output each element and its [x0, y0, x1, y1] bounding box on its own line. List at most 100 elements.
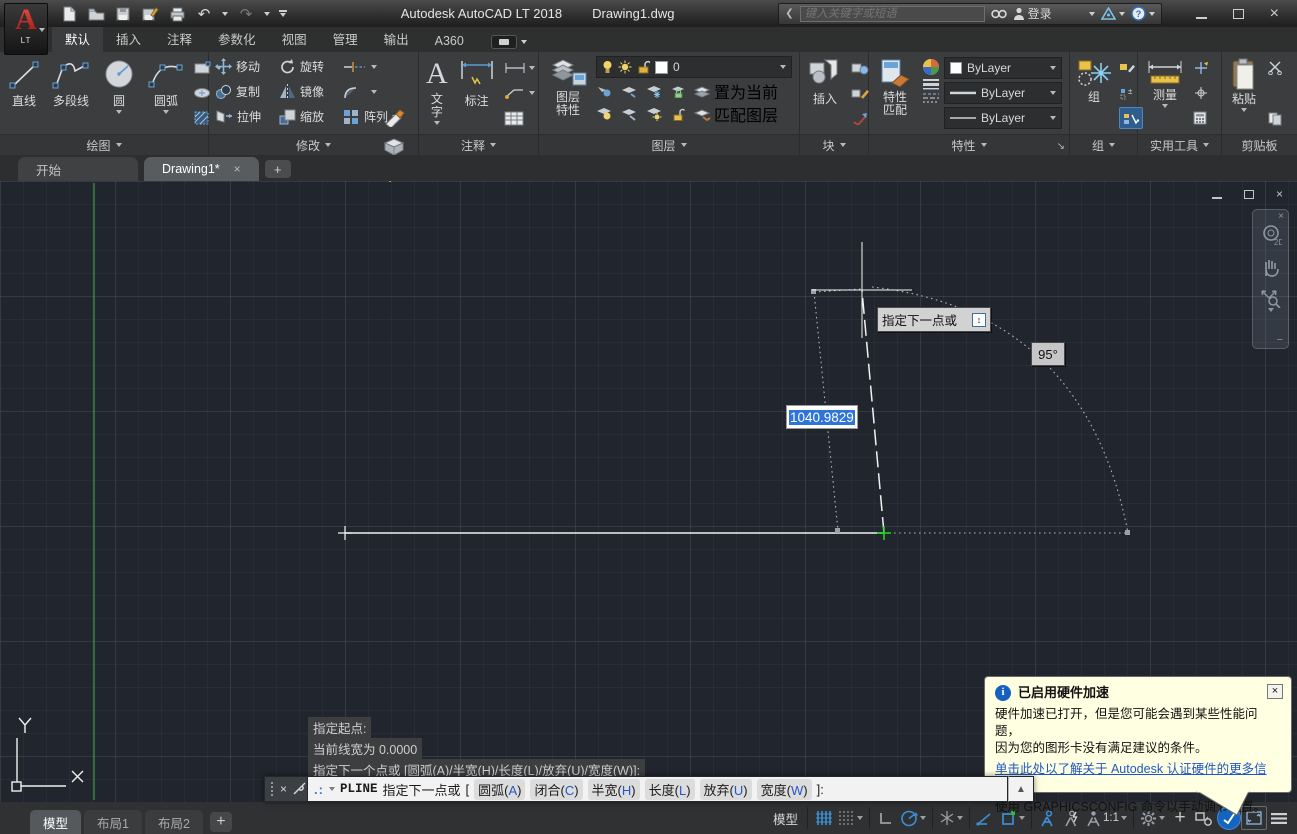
set-current-layer-button[interactable]: 置为当前: [694, 80, 778, 102]
insert-button[interactable]: 插入: [803, 54, 847, 132]
command-input-area[interactable]: .: PLINE 指定下一点或 [ 圆弧(A) 闭合(C) 半宽(H) 长度(L…: [308, 776, 1008, 802]
edit-block-button[interactable]: [851, 82, 869, 104]
grid-toggle[interactable]: [811, 806, 835, 830]
tab-insert[interactable]: 插入: [103, 25, 154, 52]
navbar-close-icon[interactable]: ×: [1278, 211, 1284, 222]
search-input[interactable]: [800, 6, 985, 22]
notification-link[interactable]: 单击此处以了解关于 Autodesk 认证硬件的更多信息。: [995, 762, 1267, 793]
tab-home[interactable]: 默认: [52, 24, 103, 52]
zoom-dropdown-icon[interactable]: [1268, 308, 1274, 312]
maximize-button[interactable]: [1233, 9, 1244, 19]
copy-button[interactable]: 复制: [212, 79, 276, 104]
circle-dropdown-icon[interactable]: [116, 110, 122, 114]
viewport-close-button[interactable]: ×: [1276, 188, 1283, 200]
command-history-expand-button[interactable]: ▲: [1008, 776, 1034, 802]
new-layout-button[interactable]: +: [210, 812, 232, 832]
command-line-handle[interactable]: ×: [264, 776, 308, 802]
tab-a360[interactable]: A360: [422, 30, 477, 52]
recent-commands-caret-icon[interactable]: [329, 787, 335, 791]
define-attribute-button[interactable]: [851, 107, 869, 129]
steering-wheel-button[interactable]: 2D: [1260, 224, 1282, 246]
panel-label-draw[interactable]: 绘图: [0, 134, 208, 155]
paste-dropdown-icon[interactable]: [1241, 108, 1247, 112]
notification-close-button[interactable]: ×: [1267, 684, 1283, 699]
rotate-button[interactable]: 旋转: [276, 54, 340, 79]
model-tab[interactable]: 模型: [30, 810, 81, 834]
plot-button[interactable]: [168, 5, 186, 23]
text-dropdown-icon[interactable]: [434, 121, 440, 125]
layer-freeze-icon[interactable]: [646, 85, 662, 98]
length-input-field[interactable]: 1040.9829: [786, 405, 858, 429]
tab-manage[interactable]: 管理: [320, 25, 371, 52]
measure-button[interactable]: 测量: [1141, 54, 1189, 132]
qat-customize-button[interactable]: [279, 10, 287, 17]
measure-dropdown-icon[interactable]: [1162, 104, 1168, 108]
arc-button[interactable]: 圆弧: [143, 54, 189, 132]
dimension-button[interactable]: 标注: [454, 54, 500, 132]
scale-button[interactable]: 缩放: [276, 104, 340, 129]
circle-button[interactable]: 圆: [97, 54, 141, 132]
ribbon-display-toggle[interactable]: [491, 35, 527, 49]
recent-commands-icon[interactable]: .:: [314, 782, 324, 797]
option-halfwidth[interactable]: 半宽(H): [588, 779, 640, 800]
panel-label-clipboard[interactable]: 剪贴板: [1222, 134, 1297, 155]
panel-label-block[interactable]: 块: [800, 134, 868, 155]
match-properties-button[interactable]: 特性匹配: [872, 54, 918, 132]
viewport-restore-button[interactable]: [1244, 190, 1254, 199]
layer-lock-icon[interactable]: [671, 85, 685, 98]
dimension-style-button[interactable]: [504, 57, 535, 79]
layer-isolate-icon[interactable]: [621, 85, 637, 98]
redo-button[interactable]: ↷: [237, 5, 255, 23]
erase-button[interactable]: [383, 107, 405, 132]
id-point-button[interactable]: [1193, 82, 1210, 104]
snap-toggle[interactable]: [835, 806, 866, 830]
panel-label-utilities[interactable]: 实用工具: [1138, 134, 1221, 155]
layer-unisolate-icon[interactable]: [621, 107, 637, 121]
undo-dropdown-icon[interactable]: [222, 12, 228, 16]
panel-label-annotate[interactable]: 注释: [419, 134, 538, 155]
signin-button[interactable]: 登录: [1013, 5, 1095, 22]
polar-tracking-toggle[interactable]: [897, 806, 929, 830]
a360-icon[interactable]: [1101, 7, 1125, 20]
help-icon[interactable]: ?: [1131, 6, 1155, 21]
save-button[interactable]: [114, 5, 132, 23]
match-layer-button[interactable]: 匹配图层: [694, 103, 778, 125]
file-tab-start[interactable]: 开始: [18, 157, 138, 181]
close-button[interactable]: ×: [1270, 6, 1279, 22]
panel-label-layers[interactable]: 图层: [539, 134, 799, 155]
option-width[interactable]: 宽度(W): [757, 779, 812, 800]
layer-thaw2-icon[interactable]: [646, 107, 662, 121]
panel-label-properties[interactable]: 特性↘: [869, 134, 1069, 155]
tab-view[interactable]: 视图: [269, 25, 320, 52]
group-button[interactable]: 组: [1073, 54, 1115, 132]
object-snap-tracking-toggle[interactable]: [973, 806, 997, 830]
cut-button[interactable]: [1267, 57, 1285, 79]
infocenter-collapse-icon[interactable]: ❮: [785, 8, 793, 19]
search-icon[interactable]: [991, 7, 1007, 20]
space-indicator-button[interactable]: 模型: [767, 806, 804, 830]
fillet-button[interactable]: [340, 79, 380, 104]
undo-button[interactable]: ↶: [195, 5, 213, 23]
option-length[interactable]: 长度(L): [645, 779, 695, 800]
minimize-button[interactable]: [1196, 17, 1207, 19]
move-button[interactable]: 移动: [212, 54, 276, 79]
layer-properties-button[interactable]: 图层特性: [542, 54, 594, 132]
option-close[interactable]: 闭合(C): [530, 779, 582, 800]
layer-off-icon[interactable]: [596, 85, 612, 98]
file-tab-close-icon[interactable]: ×: [234, 162, 241, 176]
leader-button[interactable]: [504, 82, 535, 104]
properties-dialog-launcher[interactable]: ↘: [1057, 141, 1065, 152]
application-menu-button[interactable]: A LT: [4, 3, 48, 55]
viewport-minimize-button[interactable]: [1212, 197, 1222, 199]
object-color-dropdown[interactable]: ByLayer: [944, 57, 1062, 79]
stretch-button[interactable]: 拉伸: [212, 104, 276, 129]
save-as-button[interactable]: [141, 5, 159, 23]
trim-button[interactable]: [340, 54, 380, 79]
tab-output[interactable]: 输出: [371, 25, 422, 52]
open-file-button[interactable]: [87, 5, 105, 23]
command-settings-icon[interactable]: [293, 782, 306, 797]
create-block-button[interactable]: [851, 57, 869, 79]
tab-parametric[interactable]: 参数化: [205, 25, 269, 52]
line-button[interactable]: 直线: [3, 54, 45, 132]
arc-dropdown-icon[interactable]: [163, 110, 169, 114]
